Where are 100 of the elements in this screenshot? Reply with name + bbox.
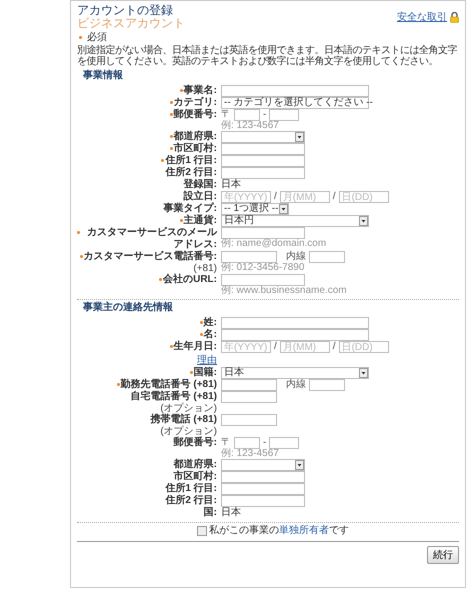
field-label: 住所1 行目:	[165, 155, 217, 166]
sole-owner-text: 私がこの事業の単独所有者です	[209, 525, 349, 537]
text-field[interactable]	[221, 317, 369, 329]
select-value: 日本	[224, 368, 244, 378]
field-note: (+81)	[193, 263, 217, 274]
extension-field[interactable]	[309, 251, 345, 263]
postal-mark: 〒	[221, 109, 231, 120]
select-field[interactable]: 日本	[221, 367, 369, 379]
extension-field[interactable]	[309, 379, 345, 391]
field-label: 事業名:	[184, 85, 217, 96]
slash-separator: /	[332, 341, 336, 353]
select-field[interactable]	[221, 459, 305, 471]
field-label: 生年月日:	[174, 341, 217, 353]
secure-link[interactable]: 安全な取引	[397, 10, 447, 24]
continue-button[interactable]: 続行	[427, 546, 459, 564]
page-subtitle: ビジネスアカウント	[77, 17, 185, 30]
field-label: 郵便番号:	[174, 109, 217, 121]
field-value: 日本	[221, 179, 241, 191]
postal-code-field[interactable]	[269, 437, 300, 449]
page-title: アカウントの登録	[77, 4, 174, 17]
text-field[interactable]	[221, 483, 305, 495]
field-label: 都道府県:	[174, 459, 217, 470]
field-label: 名:	[204, 329, 217, 341]
text-field[interactable]	[221, 471, 305, 483]
dash-separator: -	[263, 437, 266, 449]
field-label: 会社のURL:	[163, 274, 217, 286]
field-label: 市区町村:	[174, 143, 217, 154]
select-value: -- カテゴリを選択してください --	[224, 98, 373, 108]
hint-text: 例: www.businessname.com	[221, 286, 347, 296]
caret-icon	[279, 204, 288, 214]
hint-text: 例: 123-4567	[221, 449, 279, 459]
phone-field[interactable]	[221, 379, 277, 391]
field-label: カテゴリ:	[174, 97, 217, 108]
caret-icon	[359, 368, 368, 378]
postal-code-field[interactable]	[234, 109, 260, 121]
text-field[interactable]	[221, 155, 305, 167]
select-field[interactable]: 日本円	[221, 215, 369, 227]
text-field[interactable]	[221, 274, 305, 286]
hint-text: 例: 012-3456-7890	[221, 263, 304, 273]
text-field[interactable]	[221, 143, 305, 155]
field-value: 日本	[221, 507, 241, 519]
section-heading: 事業主の連絡先情報	[83, 302, 174, 314]
text-field[interactable]	[221, 414, 277, 426]
field-label: 登録国:	[184, 179, 217, 190]
hint-text: 例: name@domain.com	[221, 239, 326, 249]
field-label: 主通貨:	[184, 215, 217, 227]
hint-text: 例: 123-4567	[221, 121, 279, 131]
text-field[interactable]	[221, 85, 369, 97]
caret-icon	[295, 132, 304, 142]
extension-label: 内線	[286, 379, 306, 391]
section-heading: 事業情報	[83, 70, 124, 82]
select-value: -- 1つ選択 --	[224, 204, 278, 214]
field-label: カスタマーサービス電話番号:	[84, 251, 217, 263]
select-value: 日本円	[224, 216, 254, 226]
field-label: 住所2 行目:	[165, 495, 217, 507]
field-label: 勤務先電話番号 (+81)	[120, 379, 217, 390]
date-field[interactable]: 月(MM)	[280, 341, 330, 353]
field-label: 住所1 行目:	[165, 483, 217, 494]
text-field[interactable]	[221, 495, 305, 507]
required-dot	[79, 36, 82, 39]
required-legend: 必須	[87, 32, 107, 43]
field-label: 住所2 行目:	[165, 167, 217, 178]
date-field[interactable]: 月(MM)	[280, 191, 330, 203]
field-note: (オプション)	[160, 426, 217, 437]
field-label: 国:	[204, 507, 217, 519]
extension-label: 内線	[286, 251, 306, 263]
slash-separator: /	[274, 341, 277, 353]
text-field[interactable]	[221, 391, 277, 403]
date-field[interactable]: 日(DD)	[338, 341, 389, 353]
caret-icon	[359, 216, 368, 226]
dash-separator: -	[263, 109, 266, 121]
date-field[interactable]: 日(DD)	[338, 191, 389, 203]
postal-mark: 〒	[221, 437, 231, 448]
postal-code-field[interactable]	[234, 437, 260, 449]
sole-owner-link[interactable]: 単独所有者	[279, 525, 329, 536]
select-field[interactable]	[221, 131, 305, 143]
slash-separator: /	[274, 191, 277, 203]
field-label: 国籍:	[194, 367, 217, 379]
select-field[interactable]: -- 1つ選択 --	[221, 203, 289, 215]
padlock-icon	[450, 12, 459, 22]
field-label: 郵便番号:	[174, 437, 217, 449]
reason-link[interactable]: 理由	[197, 353, 217, 367]
notice-text: 別途指定がない場合、日本語または英語を使用できます。日本語のテキストには全角文字を使用してください。英語のテキストおよび数字には半角文字を使用してください。	[77, 45, 458, 67]
field-label: カスタマーサービスのメールアドレス:	[86, 227, 217, 250]
checkbox[interactable]	[197, 526, 207, 536]
field-label: 姓:	[204, 317, 217, 328]
text-field[interactable]	[221, 227, 305, 239]
field-label: 都道府県:	[174, 131, 217, 142]
caret-icon	[295, 460, 304, 470]
slash-separator: /	[332, 191, 336, 203]
field-label: 自宅電話番号 (+81)	[130, 391, 217, 402]
phone-field[interactable]	[221, 251, 277, 263]
field-label: 市区町村:	[174, 471, 217, 482]
text-field[interactable]	[221, 167, 305, 179]
field-label: 携帯電話 (+81)	[150, 414, 217, 426]
field-note: (オプション)	[160, 403, 217, 414]
field-label: 事業タイプ:	[164, 203, 217, 214]
field-label: 設立日:	[184, 191, 217, 202]
postal-code-field[interactable]	[269, 109, 300, 121]
text-field[interactable]	[221, 329, 369, 341]
